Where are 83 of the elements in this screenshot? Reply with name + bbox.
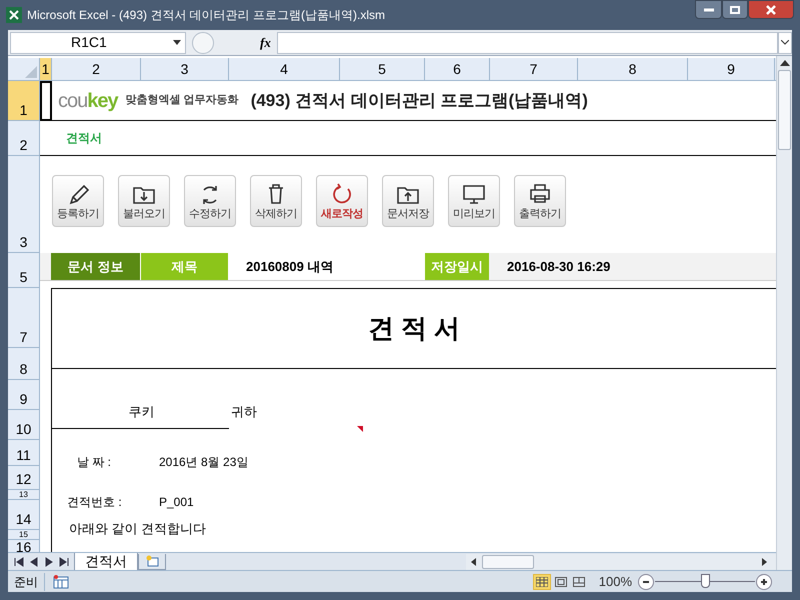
field-value: 20160809 내역 [228,253,425,280]
column-header[interactable]: 8 [578,58,688,80]
zoom-in-button[interactable] [756,574,772,590]
sheet-nav-button[interactable] [12,556,25,568]
zoom-slider-thumb[interactable] [701,574,710,588]
row-header[interactable]: 14 [16,509,32,529]
field-value: 2016-08-30 16:29 [506,258,612,276]
column-header[interactable]: 6 [425,58,490,80]
minimize-icon [704,8,714,12]
field-value: 2016년 8월 23일 [159,454,248,471]
row-header[interactable]: 9 [20,389,28,409]
row-header[interactable]: 5 [20,267,28,287]
toolbar-button[interactable]: 출력하기 [514,175,566,227]
subtitle: 견적서 [66,130,102,147]
toolbar-button[interactable]: 불러오기 [118,175,170,227]
toolbar-button[interactable]: 등록하기 [52,175,104,227]
sheet-nav-button[interactable] [57,556,70,568]
recipient-name: 쿠키 [128,403,154,421]
field-label: 날 짜 : [76,454,112,471]
row-header[interactable]: 10 [16,419,32,439]
close-icon [766,4,776,14]
toolbar-button[interactable]: 문서저장 [382,175,434,227]
row-header[interactable]: 11 [16,445,31,465]
toolbar-button[interactable]: 미리보기 [448,175,500,227]
toolbar-button[interactable]: 삭제하기 [250,175,302,227]
scroll-thumb[interactable] [482,554,534,568]
excel-logo-icon [6,7,22,23]
field-label: 제목 [140,253,228,280]
sheet-title: (493) 견적서 데이터관리 프로그램(납품내역) [250,90,588,112]
plus-icon [760,578,768,586]
expand-icon [778,32,792,54]
comment-indicator-icon [357,426,363,432]
column-header[interactable]: 2 [52,58,141,80]
tagline: 맞춤형엑셀 업무자동화 [126,93,239,108]
maximize-icon [730,6,740,14]
intro-text: 아래와 같이 견적합니다 [69,521,206,537]
maximize-button[interactable] [722,0,748,19]
row-header[interactable]: 3 [20,232,28,252]
sheet-tab[interactable]: 견적서 [74,552,138,570]
row-header[interactable]: 1 [20,100,28,120]
row-header[interactable]: 15 [19,530,28,539]
field-label: 저장일시 [425,253,489,280]
zoom-level: 100% [598,572,632,591]
insert-function-button[interactable]: fx [260,32,271,52]
honorific: 귀하 [231,403,257,421]
scroll-thumb[interactable] [778,70,791,150]
row-header[interactable]: 2 [20,135,28,155]
column-header[interactable]: 3 [141,58,229,80]
row-header[interactable]: 8 [20,359,28,379]
vertical-scrollbar[interactable] [776,56,792,570]
section-label: 문서 정보 [51,253,140,280]
toolbar-button[interactable]: 수정하기 [184,175,236,227]
status-text: 준비 [8,572,45,590]
toolbar-button[interactable]: 새로작성 [316,175,368,227]
document-title: 견 적 서 [368,312,460,345]
row-header[interactable]: 13 [19,490,28,499]
column-header[interactable]: 7 [490,58,578,80]
field-value: P_001 [159,494,194,511]
row-header[interactable]: 16 [16,540,32,552]
new-sheet-button[interactable] [138,554,166,570]
formula-input[interactable] [276,32,778,54]
selected-cell[interactable] [40,81,52,121]
column-header[interactable]: 9 [688,58,775,80]
normal-view-button[interactable] [532,574,551,590]
new-sheet-icon [145,555,159,567]
row-header[interactable]: 12 [16,469,32,489]
column-header[interactable]: 4 [229,58,340,80]
logo: coukey [58,88,118,114]
horizontal-scrollbar[interactable] [466,554,776,570]
caret-icon [173,40,181,45]
zoom-out-button[interactable] [638,574,654,590]
scroll-right-icon[interactable] [760,556,768,566]
window-title: Microsoft Excel - (493) 견적서 데이터관리 프로그램(납품내역).xlsm [27,7,386,24]
column-header[interactable]: 5 [340,58,425,80]
macro-record-icon [53,574,69,588]
minimize-button[interactable] [695,0,722,19]
column-header[interactable]: 1 [40,58,52,80]
scroll-up-icon[interactable] [780,60,790,66]
field-label: 견적번호 : [66,494,123,511]
name-box[interactable]: R1C1 [10,32,186,54]
row-header[interactable]: 7 [20,327,28,347]
close-button[interactable] [748,0,794,19]
scroll-left-icon[interactable] [470,556,478,566]
